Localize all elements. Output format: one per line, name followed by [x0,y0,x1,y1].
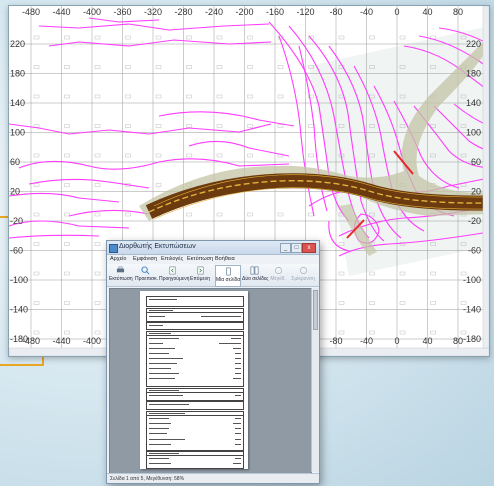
y-axis-label-right: 100 [466,128,481,138]
two-pages-button[interactable]: Δύο σελίδες [242,265,269,285]
scrollbar-right [482,6,489,349]
y-axis-label-right: 20 [471,187,481,197]
y-axis-label-left: 20 [10,187,20,197]
menu-help[interactable]: Βοήθεια [215,256,235,262]
preview-icon [140,266,149,275]
x-axis-label-top: -240 [205,7,223,17]
report-page [140,291,248,469]
y-axis-label-right: 60 [471,157,481,167]
x-axis-label-top: -280 [174,7,192,17]
print-button-label: Εκτύπωση [109,276,133,282]
y-axis-label-left: -100 [10,275,28,285]
app-icon [109,244,118,253]
preview-button-label: Προεπισκ. [135,276,159,282]
report-section [146,322,244,330]
report-section [146,331,244,387]
next-page-icon [197,266,203,275]
two-pages-label: Δύο σελίδες [242,276,269,282]
y-axis-label-left: 140 [10,98,25,108]
prev-page-label: Προηγούμενη [159,276,190,282]
y-axis-label-right: -60 [468,246,481,256]
report-section [146,296,244,307]
next-page-button[interactable]: Επόμενη [189,265,211,285]
x-axis-label-top: -400 [83,7,101,17]
zoom-out-button[interactable]: Σμίκρυνση [289,265,317,285]
y-axis-label-left: -140 [10,305,28,315]
prev-page-icon [169,266,175,275]
one-page-label: Μία σελίδα [216,277,241,283]
menu-options[interactable]: Επιλογές [161,256,183,262]
x-axis-label-top: 40 [422,7,432,17]
dialog-title: Διορθωτής Εκτυπώσεων [119,243,196,250]
menu-print[interactable]: Εκτύπωση [187,256,213,262]
menu-file[interactable]: Αρχείο [110,256,126,262]
y-axis-label-left: 60 [10,157,20,167]
x-axis-label-top: -80 [329,7,342,17]
zoom-out-label: Σμίκρυνση [291,276,315,282]
one-page-button[interactable]: Μία σελίδα [215,265,241,287]
preview-scrollbar[interactable] [311,288,319,472]
one-page-icon [225,267,231,276]
x-axis-label-top: -360 [113,7,131,17]
prev-page-button[interactable]: Προηγούμενη [159,265,189,285]
x-axis-label-bottom: -440 [52,336,70,346]
x-axis-label-bottom: 80 [453,336,463,346]
next-page-label: Επόμενη [190,276,210,282]
x-axis-label-top: -320 [144,7,162,17]
dialog-toolbar: Εκτύπωση Προεπισκ. Προηγούμενη Επόμενη Μ… [107,264,319,287]
page-preview-area[interactable] [109,288,312,474]
zoom-in-label: Μεγέθ. [270,276,286,282]
y-axis-label-left: -180 [10,334,28,344]
x-axis-label-top: -200 [235,7,253,17]
y-axis-label-right: 220 [466,39,481,49]
minimize-button[interactable]: _ [280,243,291,253]
printer-icon [116,266,124,273]
y-axis-label-left: -60 [10,246,23,256]
x-axis-label-bottom: -400 [83,336,101,346]
report-section [146,411,244,451]
y-axis-label-left: -20 [10,216,23,226]
dialog-titlebar[interactable]: Διορθωτής Εκτυπώσεων _ □ x [107,241,319,255]
menu-view[interactable]: Εμφάνιση [133,256,157,262]
x-axis-label-bottom: 0 [394,336,399,346]
y-axis-label-right: -20 [468,216,481,226]
preview-scrollbar-thumb[interactable] [313,290,318,330]
y-axis-label-right: -100 [463,275,481,285]
y-axis-label-right: -180 [463,334,481,344]
report-section [146,308,244,322]
x-axis-label-bottom: -80 [329,336,342,346]
x-axis-label-top: -440 [52,7,70,17]
status-bar: Σελίδα 1 από 5, Μεγέθυνση: 58% [107,473,319,483]
y-axis-label-right: -140 [463,305,481,315]
report-section [146,388,244,401]
y-axis-label-left: 100 [10,128,25,138]
two-pages-icon [250,266,258,275]
zoom-in-button[interactable]: Μεγέθ. [269,265,287,285]
maximize-button[interactable]: □ [291,243,302,253]
report-section [146,401,244,410]
y-axis-label-right: 140 [466,98,481,108]
zoom-in-icon [274,266,282,275]
x-axis-label-bottom: 40 [422,336,432,346]
preview-button[interactable]: Προεπισκ. [135,265,159,285]
x-axis-label-top: -480 [22,7,40,17]
x-axis-label-top: 80 [453,7,463,17]
x-axis-label-top: -40 [360,7,373,17]
status-text: Σελίδα 1 από 5, Μεγέθυνση: 58% [110,476,185,482]
print-preview-dialog[interactable]: Διορθωτής Εκτυπώσεων _ □ x Αρχείο Εμφάνι… [106,240,320,484]
dialog-menubar: Αρχείο Εμφάνιση Επιλογές Εκτύπωση Βοήθει… [107,255,319,264]
zoom-out-icon [299,266,307,275]
close-button[interactable]: x [302,243,316,253]
y-axis-label-left: 220 [10,39,25,49]
x-axis-label-bottom: -40 [360,336,373,346]
x-axis-label-top: 0 [394,7,399,17]
x-axis-label-top: -160 [266,7,284,17]
y-axis-label-right: 180 [466,69,481,79]
print-button[interactable]: Εκτύπωση [109,265,133,285]
y-axis-label-left: 180 [10,69,25,79]
x-axis-label-top: -120 [296,7,314,17]
accent-line-bottom [0,364,44,366]
report-section [146,451,244,469]
